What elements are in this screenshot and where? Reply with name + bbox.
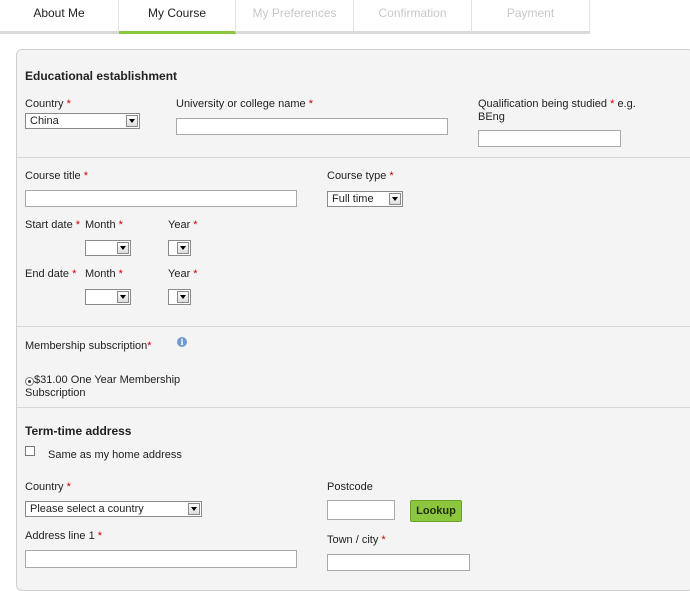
tab-label: Payment xyxy=(506,6,555,20)
tab-my-course[interactable]: My Course xyxy=(119,0,236,34)
chevron-down-icon xyxy=(117,242,129,254)
end-date-label: End date * xyxy=(25,268,77,280)
term-country-select[interactable]: Please select a country xyxy=(25,501,202,517)
course-title-label: Course title * xyxy=(25,170,88,182)
tab-label: About Me xyxy=(33,6,85,20)
same-as-home-label: Same as my home address xyxy=(48,449,182,461)
postcode-label: Postcode xyxy=(327,481,373,493)
info-icon[interactable]: i xyxy=(177,337,187,347)
chevron-down-icon xyxy=(177,291,189,303)
address-line1-label: Address line 1 * xyxy=(25,530,103,542)
qualification-label: Qualification being studied * e.g. BEng xyxy=(478,98,636,123)
membership-option-line1: $31.00 One Year Membership xyxy=(34,374,181,386)
start-month-label: Month * xyxy=(85,219,123,231)
wizard-tabs: About Me My Course My Preferences Confir… xyxy=(0,0,690,34)
divider xyxy=(17,326,690,327)
education-heading: Educational establishment xyxy=(25,69,178,83)
start-year-select[interactable] xyxy=(168,240,191,256)
end-year-label: Year * xyxy=(168,268,198,280)
country-select-value: China xyxy=(30,115,59,127)
divider xyxy=(17,157,690,158)
qualification-input[interactable] xyxy=(478,130,621,147)
tab-label: My Course xyxy=(147,6,206,20)
term-country-select-value: Please select a country xyxy=(30,503,144,515)
tab-about-me[interactable]: About Me xyxy=(0,0,119,34)
term-country-label: Country * xyxy=(25,481,71,493)
divider xyxy=(17,407,690,408)
end-month-select[interactable] xyxy=(85,289,131,305)
course-type-select-value: Full time xyxy=(332,193,374,205)
membership-radio[interactable] xyxy=(25,377,34,386)
chevron-down-icon xyxy=(188,503,200,515)
start-year-label: Year * xyxy=(168,219,198,231)
tab-label: Confirmation xyxy=(378,6,447,20)
postcode-input[interactable] xyxy=(327,500,395,520)
start-date-label: Start date * xyxy=(25,219,81,231)
town-input[interactable] xyxy=(327,554,470,571)
chevron-down-icon xyxy=(389,193,401,205)
same-as-home-checkbox[interactable] xyxy=(25,446,35,456)
course-title-input[interactable] xyxy=(25,190,297,207)
address-line1-input[interactable] xyxy=(25,550,297,568)
country-select[interactable]: China xyxy=(25,113,140,129)
university-label: University or college name * xyxy=(176,98,313,110)
start-month-select[interactable] xyxy=(85,240,131,256)
chevron-down-icon xyxy=(117,291,129,303)
chevron-down-icon xyxy=(126,115,138,127)
end-month-label: Month * xyxy=(85,268,123,280)
course-type-select[interactable]: Full time xyxy=(327,191,403,207)
town-label: Town / city * xyxy=(327,534,386,546)
term-address-heading: Term-time address xyxy=(25,424,132,438)
lookup-button[interactable]: Lookup xyxy=(410,500,462,522)
course-type-label: Course type * xyxy=(327,170,394,182)
tab-payment: Payment xyxy=(472,0,590,34)
chevron-down-icon xyxy=(177,242,189,254)
country-label: Country * xyxy=(25,98,71,110)
university-input[interactable] xyxy=(176,118,448,135)
membership-option-line2: Subscription xyxy=(25,387,86,399)
tab-label: My Preferences xyxy=(252,6,337,20)
membership-label: Membership subscription* xyxy=(25,340,152,352)
tab-confirmation: Confirmation xyxy=(354,0,472,34)
end-year-select[interactable] xyxy=(168,289,191,305)
tab-my-preferences: My Preferences xyxy=(236,0,354,34)
